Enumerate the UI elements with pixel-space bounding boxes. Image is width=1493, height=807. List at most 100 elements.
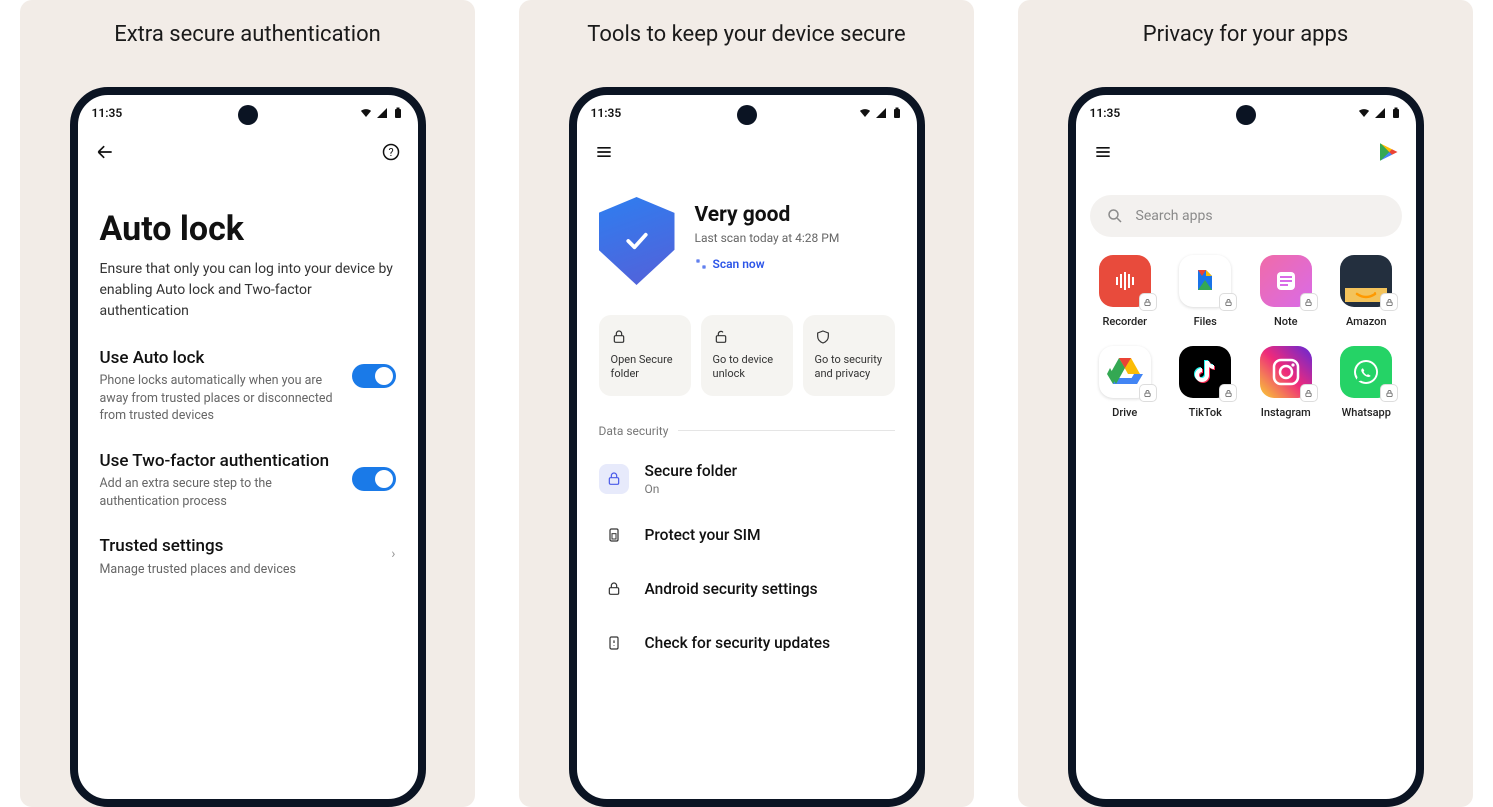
setting-title: Use Two-factor authentication	[100, 451, 340, 471]
status-bar: 11:35	[78, 99, 418, 127]
list-title: Check for security updates	[645, 634, 895, 652]
sim-icon	[599, 520, 629, 550]
list-row[interactable]: Secure folder On	[599, 450, 895, 508]
status-icons	[360, 107, 404, 119]
signal-icon	[875, 107, 887, 119]
signal-icon	[376, 107, 388, 119]
app-bar	[1076, 127, 1416, 173]
section-label: Data security	[599, 424, 895, 438]
lock-icon	[611, 329, 627, 345]
app-icon	[1260, 346, 1312, 398]
setting-desc: Add an extra secure step to the authenti…	[100, 475, 340, 510]
phone-icon	[599, 628, 629, 658]
battery-icon	[891, 107, 903, 119]
lock-icon	[599, 464, 629, 494]
app-item-files[interactable]: Files	[1170, 255, 1241, 328]
setting-title: Use Auto lock	[100, 348, 340, 368]
app-icon	[1260, 255, 1312, 307]
list-sub: On	[645, 482, 895, 496]
lock-badge-icon	[1139, 293, 1157, 311]
app-item-tiktok[interactable]: TikTok	[1170, 346, 1241, 419]
list-title: Secure folder	[645, 462, 895, 480]
menu-button[interactable]	[1092, 141, 1114, 163]
lock-badge-icon	[1300, 293, 1318, 311]
chevron-right-icon: ›	[391, 546, 395, 562]
security-hero: Very good Last scan today at 4:28 PM Sca…	[599, 173, 895, 301]
scan-now-button[interactable]: Scan now	[695, 257, 840, 271]
lock-badge-icon	[1219, 384, 1237, 402]
status-time: 11:35	[591, 106, 622, 120]
wifi-icon	[1358, 107, 1370, 119]
help-button[interactable]: ?	[380, 141, 402, 163]
shield-outline-icon	[815, 329, 831, 345]
page-subtitle: Ensure that only you can log into your d…	[100, 259, 396, 322]
app-icon	[1340, 346, 1392, 398]
lock-badge-icon	[1380, 293, 1398, 311]
status-bar: 11:35	[577, 99, 917, 127]
app-bar: ?	[78, 127, 418, 173]
panel-caption: Tools to keep your device secure	[567, 0, 925, 87]
phone-mockup: 11:35 ? Auto lock Ensure that only you c…	[70, 87, 426, 807]
setting-title: Trusted settings	[100, 536, 380, 556]
back-button[interactable]	[94, 141, 116, 163]
app-label: Drive	[1112, 406, 1137, 419]
hamburger-icon	[1093, 142, 1113, 162]
app-icon	[1340, 255, 1392, 307]
toggle-two-factor[interactable]	[352, 467, 396, 491]
setting-trusted[interactable]: Trusted settings Manage trusted places a…	[100, 536, 396, 578]
app-item-whatsapp[interactable]: Whatsapp	[1331, 346, 1402, 419]
setting-desc: Manage trusted places and devices	[100, 561, 380, 579]
app-label: Files	[1194, 315, 1217, 328]
setting-auto-lock[interactable]: Use Auto lock Phone locks automatically …	[100, 348, 396, 425]
app-label: Note	[1274, 315, 1298, 328]
app-item-note[interactable]: Note	[1251, 255, 1322, 328]
app-label: Amazon	[1346, 315, 1387, 328]
search-input[interactable]: Search apps	[1090, 195, 1402, 237]
list-row[interactable]: Android security settings	[599, 562, 895, 616]
card-label: Go to device unlock	[713, 353, 774, 380]
card-label: Open Secure folder	[611, 353, 673, 380]
menu-button[interactable]	[593, 141, 615, 163]
app-label: TikTok	[1189, 406, 1222, 419]
action-cards: Open Secure folder Go to device unlock G…	[599, 315, 895, 396]
panel-tools: Tools to keep your device secure 11:35	[519, 0, 974, 807]
svg-text:?: ?	[388, 146, 393, 159]
app-label: Recorder	[1102, 315, 1147, 328]
hero-subtitle: Last scan today at 4:28 PM	[695, 231, 840, 245]
play-store-button[interactable]	[1378, 141, 1400, 163]
app-item-drive[interactable]: Drive	[1090, 346, 1161, 419]
panel-caption: Privacy for your apps	[1123, 0, 1369, 87]
app-label: Whatsapp	[1342, 406, 1391, 419]
app-icon	[1179, 255, 1231, 307]
play-store-icon	[1380, 143, 1398, 161]
panel-auth: Extra secure authentication 11:35 ?	[20, 0, 475, 807]
list-row[interactable]: Check for security updates	[599, 616, 895, 670]
wifi-icon	[360, 107, 372, 119]
status-icons	[859, 107, 903, 119]
search-icon	[1106, 207, 1124, 225]
card-security-privacy[interactable]: Go to security and privacy	[803, 315, 895, 396]
app-icon	[1099, 255, 1151, 307]
panel-caption: Extra secure authentication	[94, 0, 401, 87]
status-bar: 11:35	[1076, 99, 1416, 127]
padlock-icon	[599, 574, 629, 604]
scan-icon	[695, 258, 707, 270]
toggle-auto-lock[interactable]	[352, 364, 396, 388]
search-placeholder: Search apps	[1136, 208, 1213, 224]
list-title: Protect your SIM	[645, 526, 895, 544]
app-bar	[577, 127, 917, 173]
status-icons	[1358, 107, 1402, 119]
app-icon	[1099, 346, 1151, 398]
app-item-recorder[interactable]: Recorder	[1090, 255, 1161, 328]
app-item-amazon[interactable]: Amazon	[1331, 255, 1402, 328]
status-time: 11:35	[1090, 106, 1121, 120]
lock-badge-icon	[1139, 384, 1157, 402]
lock-badge-icon	[1380, 384, 1398, 402]
list-row[interactable]: Protect your SIM	[599, 508, 895, 562]
hero-title: Very good	[695, 203, 840, 227]
setting-two-factor[interactable]: Use Two-factor authentication Add an ext…	[100, 451, 396, 510]
arrow-left-icon	[95, 142, 115, 162]
card-secure-folder[interactable]: Open Secure folder	[599, 315, 691, 396]
app-item-instagram[interactable]: Instagram	[1251, 346, 1322, 419]
card-device-unlock[interactable]: Go to device unlock	[701, 315, 793, 396]
